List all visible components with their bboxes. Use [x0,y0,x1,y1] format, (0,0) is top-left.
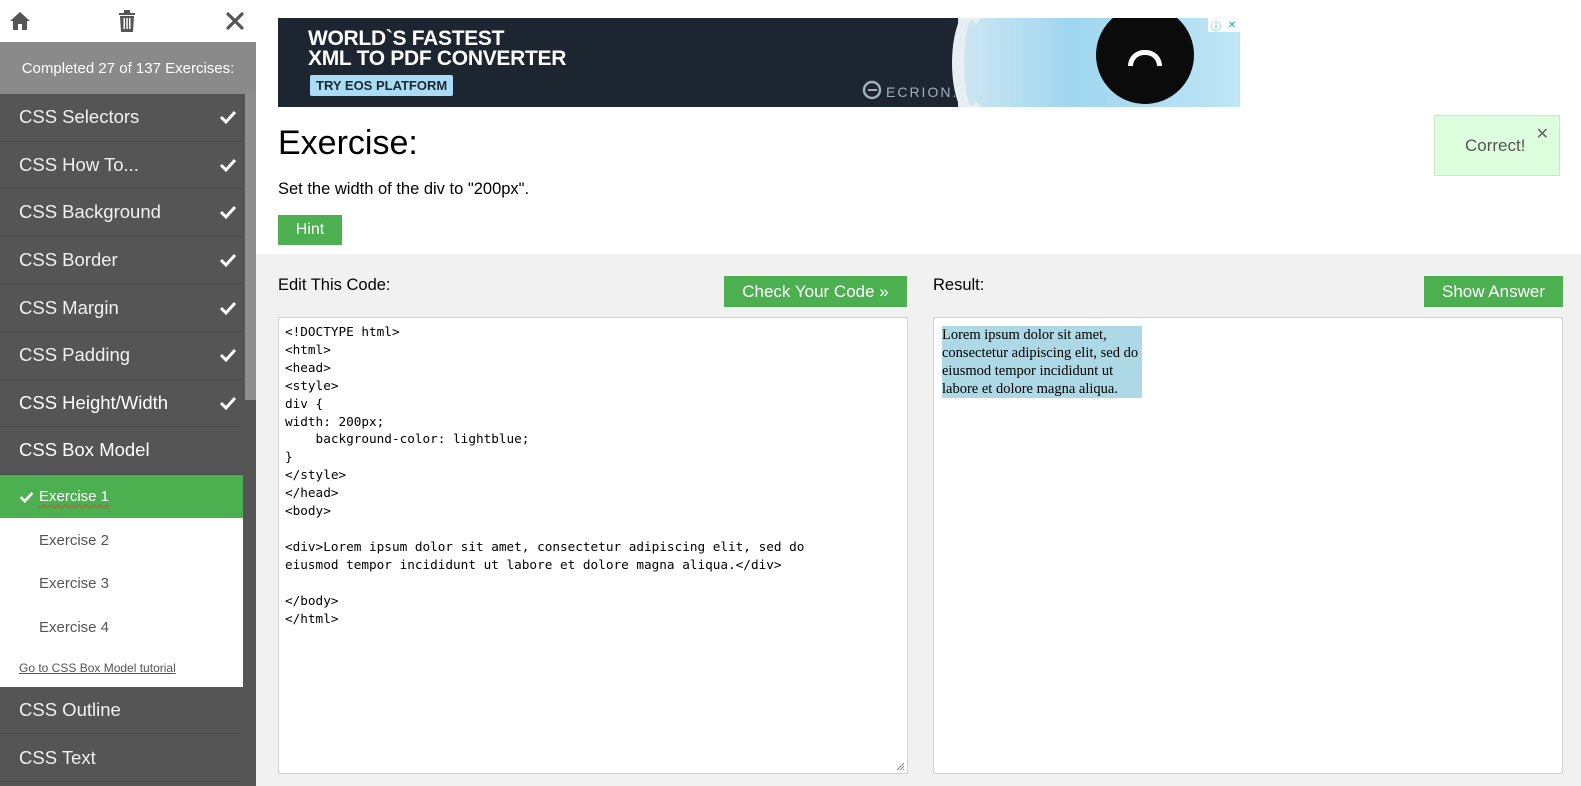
checkmark-icon [219,111,237,125]
sidebar-item-label: CSS Text [19,746,96,768]
sidebar-item-label: CSS Selectors [19,106,140,128]
code-line: </html> [285,610,339,626]
resize-grip-icon[interactable] [896,762,905,771]
sidebar-item-label: CSS Outline [19,699,121,721]
ad-close-icon[interactable]: ✕ [1224,18,1240,32]
correct-notification: Correct! ✕ [1434,115,1560,176]
result-frame: Lorem ipsum dolor sit amet, consectetur … [933,317,1563,774]
exercise-item-1[interactable]: Exercise 1 [0,474,243,519]
ad-brand-name: ECRION. [886,84,959,100]
ad-artwork [952,18,1240,107]
code-line: ​ [285,520,901,538]
ad-headline-line2: XML TO PDF CONVERTER [308,47,567,70]
tutorial-link[interactable]: Go to CSS Box Model tutorial [0,649,243,687]
exercise-workarea: Edit This Code: Check Your Code » <!DOCT… [256,254,1581,786]
trash-icon[interactable] [114,8,140,34]
code-line: <div>Lorem ipsum dolor sit amet, consect… [285,538,805,554]
sidebar-item-label: CSS Height/Width [19,391,169,413]
home-icon[interactable] [7,8,33,34]
result-label: Result: [933,276,985,294]
sidebar-item-label: CSS Padding [19,344,131,366]
checkmark-icon [19,491,34,503]
checkmark-icon [219,206,237,220]
result-div: Lorem ipsum dolor sit amet, consectetur … [942,326,1142,398]
show-answer-button[interactable]: Show Answer [1424,276,1563,307]
notification-text: Correct! [1465,135,1526,155]
exercise-submenu: Exercise 1 Exercise 2 Exercise 3 Exercis… [0,474,243,687]
code-line: ​ [285,574,901,592]
ecrion-logo-icon [862,80,882,100]
ad-cta-button[interactable]: TRY EOS PLATFORM [310,75,454,96]
code-line: <body> [285,503,331,519]
code-line: </head> [285,485,339,501]
exercise-item-label: Exercise 4 [39,618,110,636]
sidebar-item-css-outline[interactable]: CSS Outline [0,687,243,735]
code-line: <html> [285,341,331,357]
hint-button[interactable]: Hint [278,215,342,245]
ad-headline-line1: WORLD`S FASTEST [308,27,505,50]
exercise-item-4[interactable]: Exercise 4 [0,605,243,649]
checkmark-icon [219,396,237,411]
sidebar-item-css-how-to[interactable]: CSS How To... [0,142,243,190]
exercise-item-3[interactable]: Exercise 3 [0,562,243,606]
code-line: eiusmod tempor incididunt ut labore et d… [285,556,782,572]
checkmark-icon [219,254,237,268]
code-line: </style> [285,467,347,483]
sidebar-item-label: CSS How To... [19,153,139,175]
sidebar-item-css-height-width[interactable]: CSS Height/Width [0,380,243,428]
code-line: width: 200px; [285,413,385,429]
sidebar-item-css-border[interactable]: CSS Border [0,237,243,285]
code-line: } [285,449,293,465]
sidebar-item-css-padding[interactable]: CSS Padding [0,332,243,380]
progress-summary: Completed 27 of 137 Exercises: [0,42,256,94]
code-line: <!DOCTYPE html> [285,324,400,339]
sidebar: Completed 27 of 137 Exercises: CSS Selec… [0,0,256,786]
exercise-item-2[interactable]: Exercise 2 [0,518,243,562]
exercise-item-label: Exercise 2 [39,531,110,549]
sidebar-item-css-text[interactable]: CSS Text [0,734,243,782]
app-root: Completed 27 of 137 Exercises: CSS Selec… [0,0,1581,786]
checkmark-icon [219,349,237,363]
sidebar-item-css-background[interactable]: CSS Background [0,189,243,237]
sidebar-item-css-margin[interactable]: CSS Margin [0,284,243,332]
checkmark-icon [219,301,237,315]
ad-info-icon[interactable]: ⓘ [1208,18,1224,33]
code-editor[interactable]: <!DOCTYPE html> <html> <head> <style> div { w… [278,317,908,774]
exercise-title: Exercise: [278,124,418,162]
sidebar-item-css-box-model[interactable]: CSS Box Model [0,427,243,475]
editor-label: Edit This Code: [278,276,391,294]
sidebar-item-label: CSS Box Model [19,439,150,461]
sidebar-item-label: CSS Border [19,249,118,271]
close-icon[interactable] [222,8,248,34]
sidebar-item-label: CSS Background [19,201,161,223]
code-line: <head> [285,359,331,375]
sidebar-toolbar [0,0,256,42]
sidebar-item-label: CSS Margin [19,296,119,318]
exercise-item-label: Exercise 1 [39,488,110,505]
notification-close-icon[interactable]: ✕ [1536,124,1549,144]
main-content: WORLD`S FASTEST XML TO PDF CONVERTER TRY… [256,0,1581,786]
exercise-item-label: Exercise 3 [39,575,110,592]
sidebar-scrollbar-thumb[interactable] [245,94,256,400]
code-line: <style> [285,377,339,393]
ad-choices[interactable]: ⓘ ✕ [1208,18,1240,33]
exercise-description: Set the width of the div to "200px". [278,180,530,198]
checkmark-icon [219,158,237,173]
code-line: background-color: lightblue; [285,431,530,447]
code-line: </body> [285,592,339,608]
ad-banner[interactable]: WORLD`S FASTEST XML TO PDF CONVERTER TRY… [278,18,1240,107]
sidebar-item-css-selectors[interactable]: CSS Selectors [0,94,243,142]
check-code-button[interactable]: Check Your Code » [724,276,907,307]
ad-headline: WORLD`S FASTEST XML TO PDF CONVERTER [308,27,567,70]
sidebar-nav: CSS Selectors CSS How To... CSS Backgrou… [0,94,243,782]
code-line: div { [285,395,324,411]
